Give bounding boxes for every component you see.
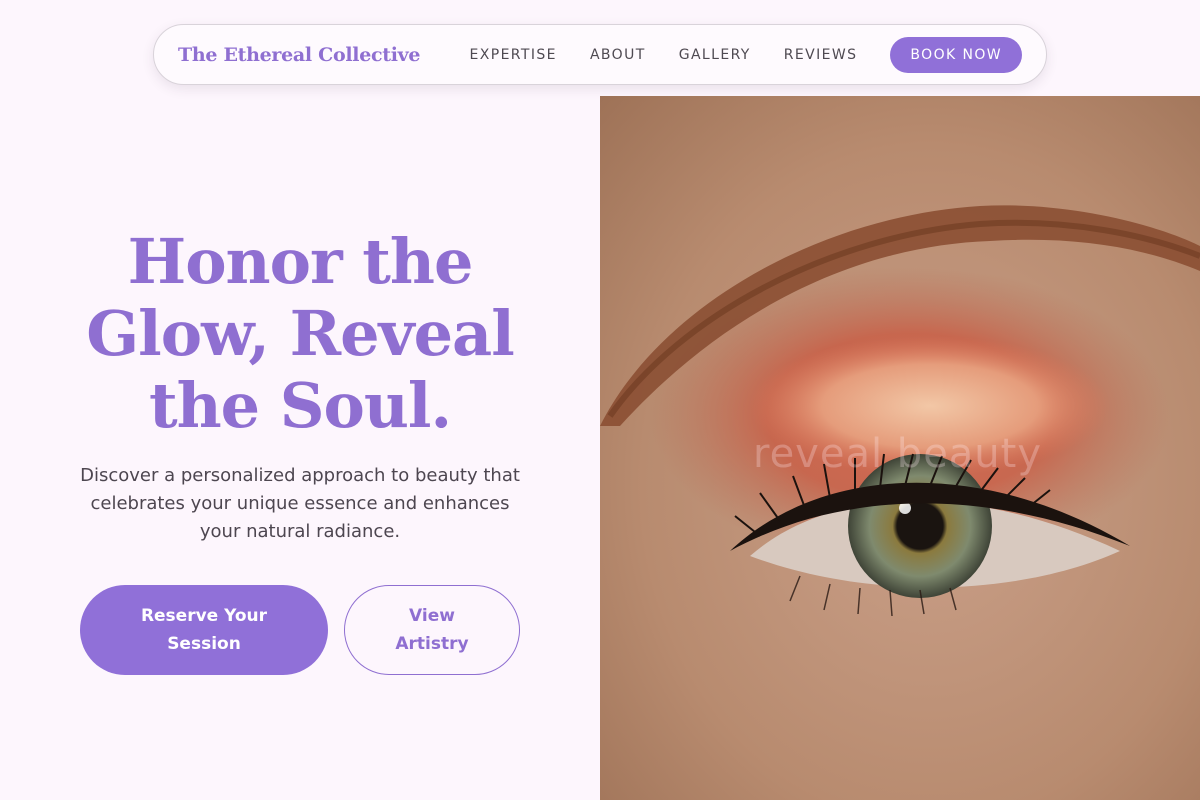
nav-link-gallery[interactable]: GALLERY: [679, 47, 751, 63]
nav-link-expertise[interactable]: EXPERTISE: [469, 47, 556, 63]
image-watermark: reveal beauty: [753, 431, 1043, 477]
hero-text-section: Honor the Glow, Reveal the Soul. Discove…: [0, 96, 600, 800]
hero-subtitle: Discover a personalized approach to beau…: [80, 465, 520, 542]
brand-logo[interactable]: The Ethereal Collective: [178, 44, 420, 66]
nav-link-about[interactable]: ABOUT: [590, 47, 646, 63]
book-now-button[interactable]: BOOK NOW: [890, 36, 1022, 73]
reserve-session-button[interactable]: Reserve Your Session: [80, 585, 328, 675]
hero-title: Honor the Glow, Reveal the Soul.: [86, 225, 515, 442]
nav-link-reviews[interactable]: REVIEWS: [784, 47, 858, 63]
top-navigation: The Ethereal Collective EXPERTISE ABOUT …: [153, 24, 1047, 85]
nav-links: EXPERTISE ABOUT GALLERY REVIEWS BOOK NOW: [469, 36, 1022, 73]
hero-eye-photo: reveal beauty: [600, 96, 1200, 800]
view-artistry-button[interactable]: View Artistry: [344, 585, 520, 675]
